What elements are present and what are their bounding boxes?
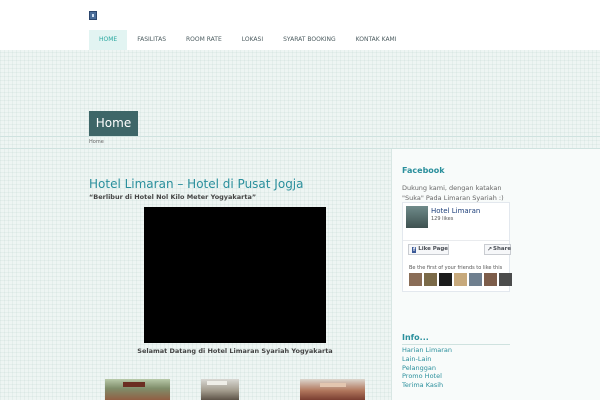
page-title-bar: Home [89,111,138,136]
site-logo-icon[interactable] [89,11,97,20]
facebook-friends-text: Be the first of your friends to like thi… [409,265,503,271]
like-page-label: Like Page [418,246,448,252]
divider [403,240,509,241]
friend-avatar[interactable] [454,273,467,286]
facebook-page-name[interactable]: Hotel Limaran [431,207,480,215]
article-subtitle: “Berlibur di Hotel Nol Kilo Meter Yogyak… [89,193,257,201]
hotel-photo-thumbnail[interactable] [201,379,239,400]
hotel-sign-shape [123,382,145,387]
nav-item-syarat-booking[interactable]: SYARAT BOOKING [273,30,346,50]
friend-avatar[interactable] [409,273,422,286]
friend-avatar[interactable] [484,273,497,286]
facebook-widget-heading: Facebook [402,166,445,175]
hotel-photo-thumbnail[interactable] [300,379,365,400]
divider [402,344,510,345]
article-title[interactable]: Hotel Limaran – Hotel di Pusat Jogja [89,177,304,191]
hotel-sign-shape [207,381,227,385]
facebook-widget-text: Dukung kami, dengan katakan "Suka" Pada … [402,184,504,202]
video-caption: Selamat Datang di Hotel Limaran Syariah … [137,347,333,355]
info-link-promo-hotel[interactable]: Promo Hotel [402,372,452,381]
friend-avatar[interactable] [499,273,512,286]
facebook-friend-avatars [409,273,512,286]
nav-item-fasilitas[interactable]: FASILITAS [127,30,176,50]
facebook-like-page-button[interactable]: f Like Page [408,244,449,255]
main-navigation: HOME FASILITAS ROOM RATE LOKASI SYARAT B… [89,30,407,50]
info-link-terima-kasih[interactable]: Terima Kasih [402,381,452,390]
nav-item-lokasi[interactable]: LOKASI [232,30,273,50]
divider [0,136,600,137]
friend-avatar[interactable] [439,273,452,286]
friend-avatar[interactable] [424,273,437,286]
info-link-pelanggan[interactable]: Pelanggan [402,364,452,373]
facebook-like-count: 129 likes [431,216,454,222]
nav-item-room-rate[interactable]: ROOM RATE [176,30,232,50]
hotel-photo-thumbnail[interactable] [105,379,170,400]
hotel-sign-shape [320,383,346,387]
embedded-video-player[interactable] [144,207,326,343]
nav-item-home[interactable]: HOME [89,30,128,50]
friend-avatar[interactable] [469,273,482,286]
info-link-harian-limaran[interactable]: Harian Limaran [402,346,452,355]
breadcrumb[interactable]: Home [89,139,104,145]
info-widget-heading: Info... [402,333,429,342]
facebook-share-button[interactable]: ↗ Share [484,244,511,255]
info-link-lain-lain[interactable]: Lain-Lain [402,355,452,364]
share-label: Share [493,246,512,252]
facebook-f-icon: f [412,246,417,253]
nav-item-kontak-kami[interactable]: KONTAK KAMI [346,30,407,50]
share-arrow-icon: ↗ [487,246,493,253]
info-links-list: Harian Limaran Lain-Lain Pelanggan Promo… [402,346,452,390]
facebook-page-avatar[interactable] [406,206,428,228]
